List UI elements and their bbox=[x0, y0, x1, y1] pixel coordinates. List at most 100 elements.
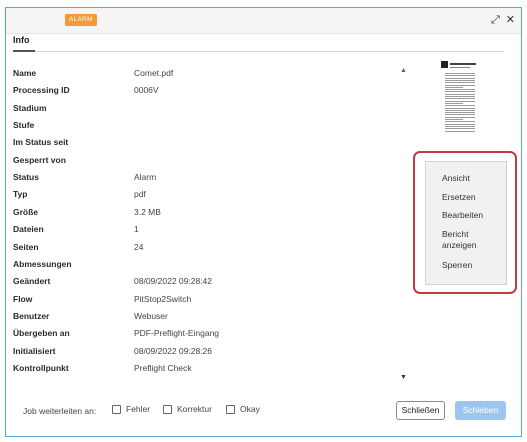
thumbnail-text-line bbox=[445, 109, 475, 111]
push-button[interactable]: Schieben bbox=[455, 401, 506, 420]
property-row: Übergeben an PDF-Preflight-Eingang bbox=[13, 325, 398, 342]
thumbnail-text-line bbox=[445, 119, 463, 120]
property-row: Im Status seit bbox=[13, 134, 398, 151]
property-row: Benutzer Webuser bbox=[13, 308, 398, 325]
thumbnail-logo bbox=[441, 61, 448, 68]
thumbnail-text-line bbox=[445, 105, 475, 107]
property-row: Flow PitStop2Switch bbox=[13, 291, 398, 308]
thumbnail-text-line bbox=[445, 82, 475, 84]
property-value: PDF-Preflight-Eingang bbox=[134, 328, 220, 339]
menu-item-bericht-anzeigen[interactable]: Bericht anzeigen bbox=[442, 229, 477, 251]
thumbnail-text-line bbox=[445, 86, 463, 88]
property-value: PitStop2Switch bbox=[134, 293, 192, 304]
thumbnail-text-line bbox=[445, 89, 475, 91]
expand-icon[interactable]: ⤢ bbox=[491, 13, 500, 27]
property-label: Dateien bbox=[13, 224, 44, 235]
tab-active-indicator bbox=[13, 50, 35, 52]
property-value: 08/09/2022 09:28:42 bbox=[134, 276, 212, 287]
property-label: Status bbox=[13, 172, 39, 183]
property-value: 1 bbox=[134, 224, 139, 235]
thumbnail-text-line bbox=[445, 91, 475, 93]
property-value: 24 bbox=[134, 241, 144, 252]
property-row: Processing ID 0006V bbox=[13, 82, 398, 99]
property-row: Abmessungen bbox=[13, 256, 398, 273]
property-row: Status Alarm bbox=[13, 169, 398, 186]
menu-item-ersetzen[interactable]: Ersetzen bbox=[442, 192, 476, 203]
property-row: Stadium bbox=[13, 100, 398, 117]
thumbnail-text-line bbox=[445, 73, 475, 74]
property-row: Typ pdf bbox=[13, 186, 398, 203]
property-value: pdf bbox=[134, 189, 146, 200]
document-thumbnail[interactable] bbox=[439, 59, 481, 133]
window-controls: ⤢ ✕ bbox=[491, 13, 515, 27]
close-icon[interactable]: ✕ bbox=[506, 13, 515, 27]
property-row: Seiten 24 bbox=[13, 239, 398, 256]
properties-list: Name Comet.pdf Processing ID 0006V Stadium St… bbox=[13, 65, 398, 381]
property-label: Benutzer bbox=[13, 310, 50, 321]
property-label: Typ bbox=[13, 189, 28, 200]
property-value: Alarm bbox=[134, 172, 157, 183]
checkbox-box[interactable] bbox=[226, 404, 235, 414]
property-row: Name Comet.pdf bbox=[13, 65, 398, 82]
menu-item-bearbeiten[interactable]: Bearbeiten bbox=[442, 210, 483, 221]
thumbnail-subheading bbox=[450, 67, 470, 68]
property-row: Stufe bbox=[13, 117, 398, 134]
property-label: Name bbox=[13, 68, 37, 78]
checkbox-okay[interactable]: Okay bbox=[226, 404, 260, 414]
close-button[interactable]: Schließen bbox=[396, 401, 445, 420]
properties-scrollbar[interactable]: ▲ ▼ bbox=[399, 65, 409, 381]
scroll-up-icon[interactable]: ▲ bbox=[400, 67, 407, 74]
property-label: Größe bbox=[13, 206, 39, 217]
checkbox-box[interactable] bbox=[112, 404, 121, 414]
thumbnail-text-line bbox=[445, 121, 475, 123]
thumbnail-text-line bbox=[445, 130, 475, 132]
thumbnail-text-line bbox=[445, 128, 475, 130]
thumbnail-text-line bbox=[445, 96, 475, 97]
scroll-down-icon[interactable]: ▼ bbox=[400, 374, 407, 381]
thumbnail-text-line bbox=[445, 125, 475, 127]
thumbnail-text-line bbox=[445, 77, 475, 79]
checkbox-fehler[interactable]: Fehler bbox=[112, 404, 150, 414]
property-label: Stufe bbox=[13, 120, 35, 131]
property-value: Preflight Check bbox=[134, 362, 192, 373]
checkbox-label: Korrektur bbox=[177, 404, 212, 414]
property-label: Processing ID bbox=[13, 85, 70, 96]
tab-divider bbox=[13, 51, 504, 52]
property-value: 3.2 MB bbox=[134, 206, 161, 217]
tab-info[interactable]: Info bbox=[13, 35, 30, 45]
thumbnail-text-line bbox=[445, 93, 475, 95]
property-value: 0006V bbox=[134, 85, 159, 96]
property-row: Dateien 1 bbox=[13, 221, 398, 238]
property-value: 08/09/2022 09:28:26 bbox=[134, 345, 212, 356]
thumbnail-text-line bbox=[445, 116, 475, 118]
checkbox-korrektur[interactable]: Korrektur bbox=[163, 404, 212, 414]
context-menu: Ansicht Ersetzen Bearbeiten Bericht anze… bbox=[425, 161, 507, 285]
property-label: Gesperrt von bbox=[13, 154, 66, 165]
property-label: Seiten bbox=[13, 241, 39, 252]
property-label: Initialisiert bbox=[13, 345, 56, 356]
thumbnail-text-line bbox=[445, 102, 463, 104]
menu-item-ansicht[interactable]: Ansicht bbox=[442, 173, 470, 184]
property-row: Geändert 08/09/2022 09:28:42 bbox=[13, 273, 398, 290]
thumbnail-text-line bbox=[445, 107, 475, 109]
forward-label: Job weiterleiten an: bbox=[23, 406, 97, 416]
menu-item-sperren[interactable]: Sperren bbox=[442, 260, 472, 271]
thumbnail-text-line bbox=[445, 75, 475, 77]
property-row: Initialisiert 08/09/2022 09:28:26 bbox=[13, 343, 398, 360]
property-row: Kontrollpunkt Preflight Check bbox=[13, 360, 398, 377]
thumbnail-text-line bbox=[445, 123, 475, 125]
thumbnail-heading bbox=[450, 63, 476, 65]
property-label: Übergeben an bbox=[13, 328, 70, 339]
thumbnail-text-line bbox=[445, 84, 475, 86]
checkbox-label: Fehler bbox=[126, 404, 151, 414]
property-row: Gesperrt von bbox=[13, 152, 398, 169]
checkbox-box[interactable] bbox=[163, 404, 172, 414]
property-row: Größe 3.2 MB bbox=[13, 204, 398, 221]
property-label: Kontrollpunkt bbox=[13, 362, 69, 373]
thumbnail-text-line bbox=[445, 114, 475, 116]
property-label: Stadium bbox=[13, 102, 47, 113]
thumbnail-text-line bbox=[445, 79, 475, 81]
property-label: Im Status seit bbox=[13, 137, 69, 148]
property-value: Comet.pdf bbox=[134, 68, 174, 78]
property-label: Geändert bbox=[13, 276, 51, 287]
